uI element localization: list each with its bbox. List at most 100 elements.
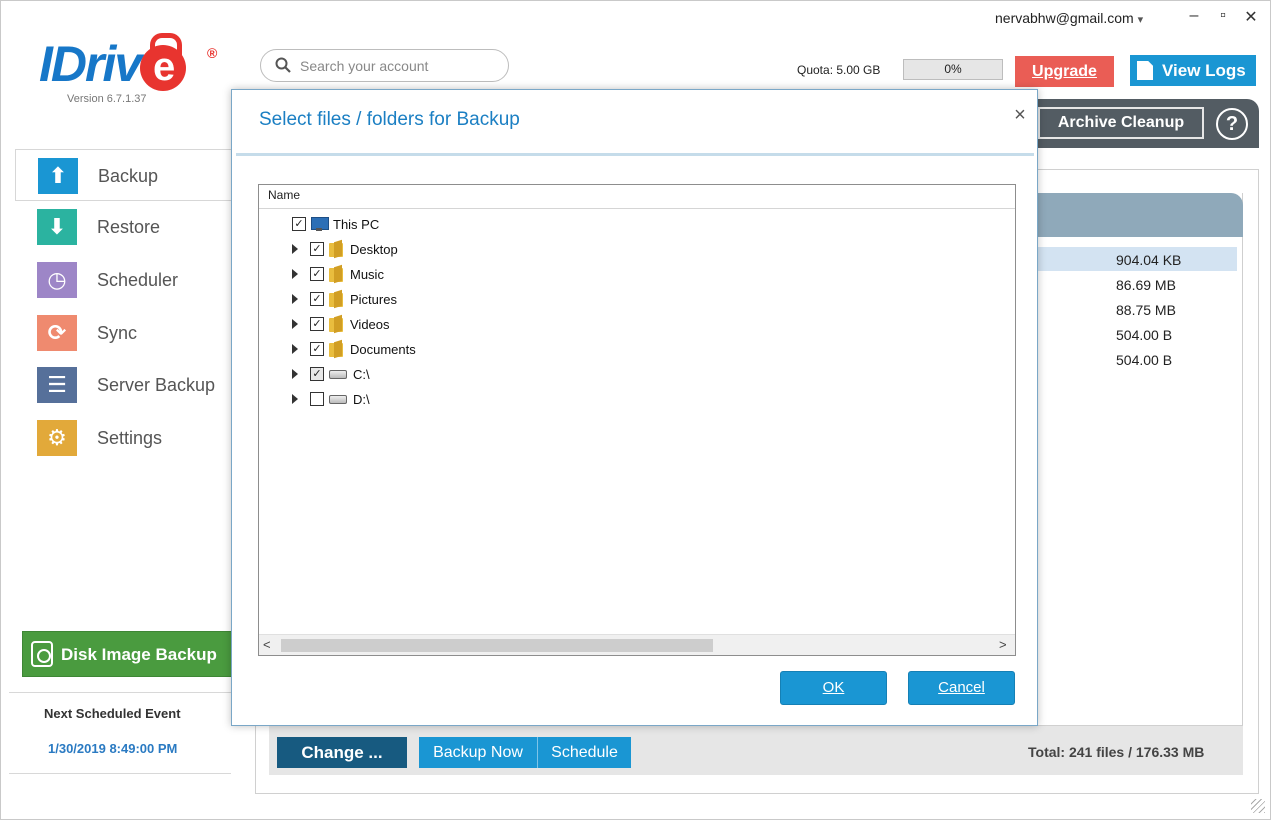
document-icon bbox=[1137, 61, 1153, 80]
column-header-name[interactable]: Name bbox=[259, 185, 1015, 209]
tree-item-this-pc[interactable]: ✓ This PC bbox=[292, 213, 379, 235]
tree-item-videos[interactable]: ✓ Videos bbox=[289, 313, 390, 335]
disk-image-backup-button[interactable]: Disk Image Backup bbox=[22, 631, 242, 677]
gear-icon: ⚙ bbox=[37, 420, 77, 456]
quota-progress-bar: 0% bbox=[903, 59, 1003, 80]
tree-item-documents[interactable]: ✓ Documents bbox=[289, 338, 416, 360]
sidebar-item-sync[interactable]: ⟳ Sync bbox=[15, 307, 235, 359]
checkbox[interactable]: ✓ bbox=[310, 317, 324, 331]
tree-item-label: Desktop bbox=[350, 241, 398, 257]
app-window: IDrive ® Version 6.7.1.37 nervabhw@gmail… bbox=[0, 0, 1271, 820]
cancel-button[interactable]: Cancel bbox=[908, 671, 1015, 705]
tree-item-label: Documents bbox=[350, 341, 416, 357]
resize-grip-icon[interactable] bbox=[1251, 799, 1265, 813]
folder-icon bbox=[329, 241, 345, 257]
dialog-divider bbox=[236, 153, 1034, 156]
expand-arrow-icon[interactable] bbox=[289, 243, 301, 255]
arrow-up-icon: ⬆ bbox=[38, 158, 78, 194]
folder-icon bbox=[329, 316, 345, 332]
backup-now-button[interactable]: Backup Now bbox=[419, 737, 538, 768]
tree-item-music[interactable]: ✓ Music bbox=[289, 263, 384, 285]
sidebar-item-label: Sync bbox=[97, 323, 138, 343]
computer-icon bbox=[311, 217, 329, 231]
idrive-logo: IDriv e bbox=[39, 33, 187, 92]
select-files-dialog: Select files / folders for Backup × Name… bbox=[231, 89, 1038, 726]
sidebar-item-label: Settings bbox=[97, 428, 163, 448]
folder-icon bbox=[329, 266, 345, 282]
account-menu[interactable]: nervabhw@gmail.com ▾ bbox=[995, 10, 1143, 26]
file-tree: Name ✓ This PC ✓ Desktop ✓ Music ✓ Pictu… bbox=[258, 184, 1016, 656]
search-input[interactable] bbox=[300, 57, 490, 75]
minimize-button[interactable]: – bbox=[1184, 7, 1204, 25]
account-email: nervabhw@gmail.com bbox=[995, 10, 1134, 26]
horizontal-scrollbar[interactable]: < > bbox=[259, 634, 1015, 655]
drive-icon bbox=[329, 394, 347, 404]
expand-arrow-icon[interactable] bbox=[289, 368, 301, 380]
folder-icon bbox=[329, 291, 345, 307]
drive-icon bbox=[329, 369, 347, 379]
tree-item-drive-c[interactable]: ✓ C:\ bbox=[289, 363, 370, 385]
server-icon: ☰ bbox=[37, 367, 77, 403]
schedule-button[interactable]: Schedule bbox=[538, 737, 631, 768]
tree-item-label: D:\ bbox=[353, 391, 370, 407]
dialog-title: Select files / folders for Backup bbox=[259, 109, 520, 130]
close-icon[interactable]: × bbox=[1010, 104, 1030, 127]
scrollbar-thumb[interactable] bbox=[281, 639, 713, 652]
version-label: Version 6.7.1.37 bbox=[67, 93, 147, 105]
expand-arrow-icon[interactable] bbox=[289, 293, 301, 305]
sidebar-item-label: Server Backup bbox=[97, 375, 216, 395]
sidebar-item-scheduler[interactable]: ◷ Scheduler bbox=[15, 254, 235, 306]
tree-item-label: Pictures bbox=[350, 291, 397, 307]
logo-lock-e: e bbox=[140, 33, 187, 91]
expand-arrow-icon[interactable] bbox=[289, 318, 301, 330]
next-scheduled-label: Next Scheduled Event bbox=[44, 706, 181, 721]
clock-icon: ◷ bbox=[37, 262, 77, 298]
tree-item-desktop[interactable]: ✓ Desktop bbox=[289, 238, 398, 260]
checkbox[interactable]: ✓ bbox=[310, 267, 324, 281]
sidebar-item-server-backup[interactable]: ☰ Server Backup bbox=[15, 359, 235, 411]
expand-arrow-icon[interactable] bbox=[289, 393, 301, 405]
file-list-header bbox=[1035, 193, 1243, 237]
file-size: 504.00 B bbox=[1116, 327, 1173, 343]
total-summary: Total: 241 files / 176.33 MB bbox=[1028, 744, 1205, 760]
sidebar-item-restore[interactable]: ⬇ Restore bbox=[15, 201, 235, 253]
sidebar-item-settings[interactable]: ⚙ Settings bbox=[15, 412, 235, 464]
checkbox[interactable]: ✓ bbox=[292, 217, 306, 231]
close-window-button[interactable]: ✕ bbox=[1241, 7, 1261, 27]
sidebar-item-label: Scheduler bbox=[97, 270, 179, 290]
divider bbox=[9, 773, 231, 774]
next-scheduled-date[interactable]: 1/30/2019 8:49:00 PM bbox=[48, 741, 177, 756]
file-size: 504.00 B bbox=[1116, 352, 1173, 368]
scroll-right-icon[interactable]: > bbox=[999, 637, 1007, 652]
tree-item-label: C:\ bbox=[353, 366, 370, 382]
logo-text: IDriv bbox=[39, 36, 142, 92]
file-size: 904.04 KB bbox=[1116, 252, 1182, 268]
expand-arrow-icon[interactable] bbox=[289, 343, 301, 355]
search-icon bbox=[275, 57, 291, 73]
checkbox[interactable]: ✓ bbox=[310, 292, 324, 306]
archive-cleanup-button[interactable]: Archive Cleanup bbox=[1038, 107, 1204, 139]
folder-icon bbox=[329, 341, 345, 357]
checkbox[interactable]: ✓ bbox=[310, 342, 324, 356]
change-button[interactable]: Change ... bbox=[277, 737, 407, 768]
sidebar-item-backup[interactable]: ⬆ Backup bbox=[15, 149, 235, 201]
help-icon[interactable]: ? bbox=[1216, 108, 1248, 140]
sidebar-item-label: Backup bbox=[98, 166, 159, 186]
expand-arrow-icon[interactable] bbox=[289, 268, 301, 280]
registered-mark: ® bbox=[207, 45, 218, 61]
maximize-button[interactable]: ▫ bbox=[1213, 7, 1233, 25]
chevron-down-icon: ▾ bbox=[1137, 14, 1144, 26]
file-size: 88.75 MB bbox=[1116, 302, 1176, 318]
sidebar-item-label: Restore bbox=[97, 217, 161, 237]
tree-item-label: Music bbox=[350, 266, 384, 282]
tree-item-drive-d[interactable]: D:\ bbox=[289, 388, 370, 410]
arrow-down-icon: ⬇ bbox=[37, 209, 77, 245]
upgrade-button[interactable]: Upgrade bbox=[1015, 56, 1114, 87]
checkbox[interactable]: ✓ bbox=[310, 242, 324, 256]
checkbox-partial[interactable]: ✓ bbox=[310, 367, 324, 381]
scroll-left-icon[interactable]: < bbox=[263, 637, 271, 652]
ok-button[interactable]: OK bbox=[780, 671, 887, 705]
checkbox[interactable] bbox=[310, 392, 324, 406]
tree-item-pictures[interactable]: ✓ Pictures bbox=[289, 288, 397, 310]
quota-label: Quota: 5.00 GB bbox=[797, 63, 881, 77]
